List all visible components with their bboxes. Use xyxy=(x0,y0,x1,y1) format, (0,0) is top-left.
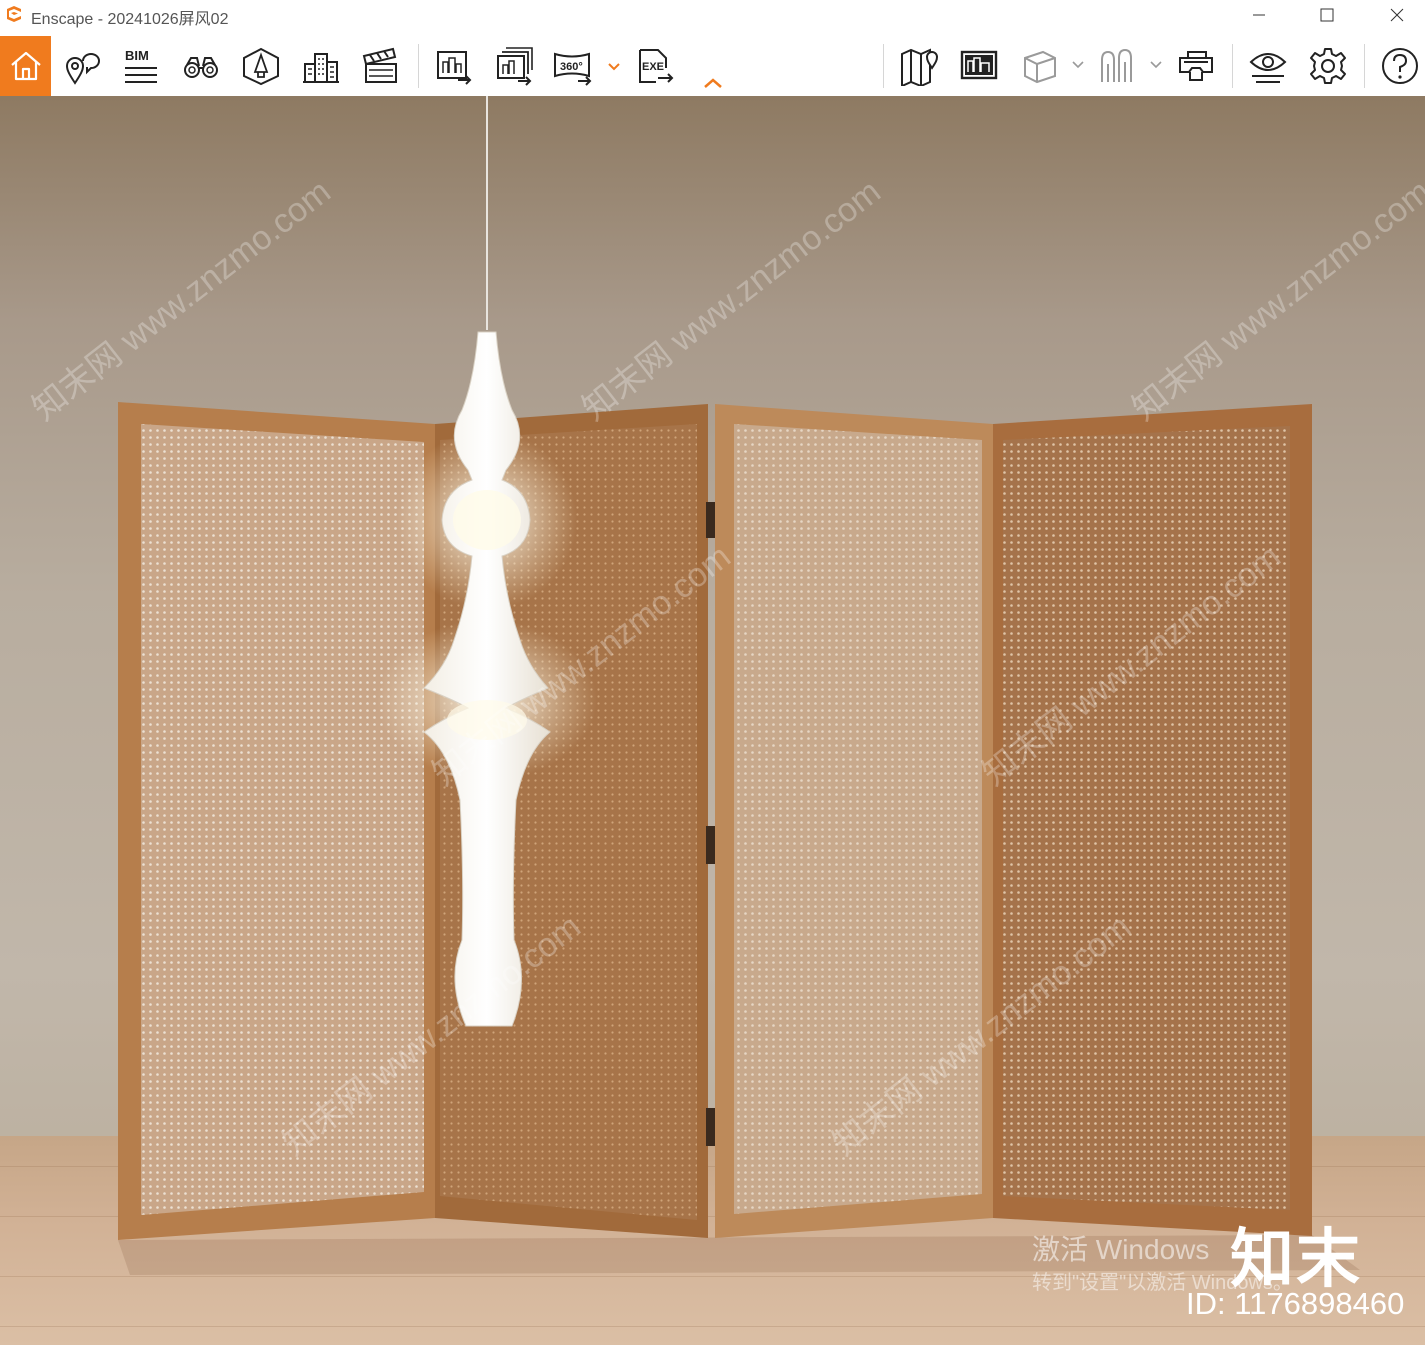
visual-preset-button[interactable] xyxy=(1015,42,1063,90)
help-icon xyxy=(1382,48,1418,84)
svg-text:BIM: BIM xyxy=(125,48,149,63)
bim-button[interactable]: BIM xyxy=(117,42,165,90)
minimize-icon xyxy=(1253,14,1265,16)
eye-icon xyxy=(1249,53,1287,83)
svg-text:360°: 360° xyxy=(560,61,583,73)
screenshot-button[interactable] xyxy=(430,42,478,90)
panorama-button[interactable]: 360° xyxy=(550,42,598,90)
buildings-icon xyxy=(303,53,339,83)
gear-icon xyxy=(1310,48,1346,84)
vr-headset-icon xyxy=(1179,51,1213,81)
chevron-down-icon xyxy=(1150,61,1162,69)
settings-button[interactable] xyxy=(1304,42,1352,90)
location-pin-icon xyxy=(65,53,100,85)
vr-headset-button[interactable] xyxy=(1172,42,1220,90)
panorama-dropdown-arrow[interactable] xyxy=(607,60,621,74)
map-button[interactable] xyxy=(895,42,943,90)
atmosphere-icon xyxy=(1101,48,1132,82)
binoculars-icon xyxy=(184,57,218,78)
batch-render-icon xyxy=(497,47,533,86)
bim-icon: BIM xyxy=(125,48,157,83)
screen-panel-4 xyxy=(993,404,1312,1236)
export-exe-button[interactable]: EXE xyxy=(630,42,678,90)
close-icon xyxy=(1390,8,1404,22)
toolbar-separator xyxy=(1364,44,1365,88)
maximize-button[interactable] xyxy=(1304,0,1350,30)
chevron-up-icon xyxy=(704,78,722,88)
collapse-toolbar-button[interactable] xyxy=(703,76,723,90)
image-id-label: ID: 1176898460 xyxy=(1186,1286,1405,1321)
svg-text:EXE: EXE xyxy=(642,61,664,73)
close-button[interactable] xyxy=(1374,0,1420,30)
site-context-icon xyxy=(960,50,998,80)
screen-panel-1 xyxy=(118,402,435,1240)
chevron-down-icon xyxy=(608,63,620,71)
toolbar-separator xyxy=(418,44,419,88)
map-icon xyxy=(901,48,939,86)
panorama-360-icon: 360° xyxy=(554,52,592,86)
home-button[interactable] xyxy=(0,36,51,96)
windows-activation-title: 激活 Windows xyxy=(1032,1234,1210,1265)
buildings-button[interactable] xyxy=(297,42,345,90)
export-exe-icon: EXE xyxy=(639,49,674,83)
minimize-button[interactable] xyxy=(1236,0,1282,30)
binoculars-button[interactable] xyxy=(177,42,225,90)
site-context-button[interactable] xyxy=(955,42,1003,90)
render-viewport[interactable]: 知末网 www.znzmo.com 知末网 www.znzmo.com 知末网 … xyxy=(0,96,1425,1345)
asset-library-button[interactable] xyxy=(237,42,285,90)
toolbar-separator xyxy=(1232,44,1233,88)
window-title: Enscape - 20241026屏风02 xyxy=(31,11,229,28)
chevron-down-icon xyxy=(1072,61,1084,69)
toolbar-separator xyxy=(883,44,884,88)
help-button[interactable] xyxy=(1376,42,1424,90)
atmosphere-button[interactable] xyxy=(1093,42,1141,90)
enscape-logo-icon xyxy=(7,6,21,22)
maximize-icon xyxy=(1320,8,1334,22)
main-toolbar: BIM 360° EXE xyxy=(0,36,1425,96)
visual-preset-dropdown-arrow[interactable] xyxy=(1071,58,1085,72)
home-icon xyxy=(10,51,41,81)
screenshot-export-icon xyxy=(437,51,472,85)
cube-icon xyxy=(1024,50,1056,84)
clapperboard-icon xyxy=(362,47,397,83)
video-editor-button[interactable] xyxy=(357,42,405,90)
asset-library-icon xyxy=(243,47,279,86)
views-and-locations-button[interactable] xyxy=(57,42,105,90)
atmosphere-dropdown-arrow[interactable] xyxy=(1149,58,1163,72)
title-bar: Enscape - 20241026屏风02 xyxy=(0,0,1425,30)
batch-render-button[interactable] xyxy=(490,42,538,90)
view-mode-button[interactable] xyxy=(1244,42,1292,90)
